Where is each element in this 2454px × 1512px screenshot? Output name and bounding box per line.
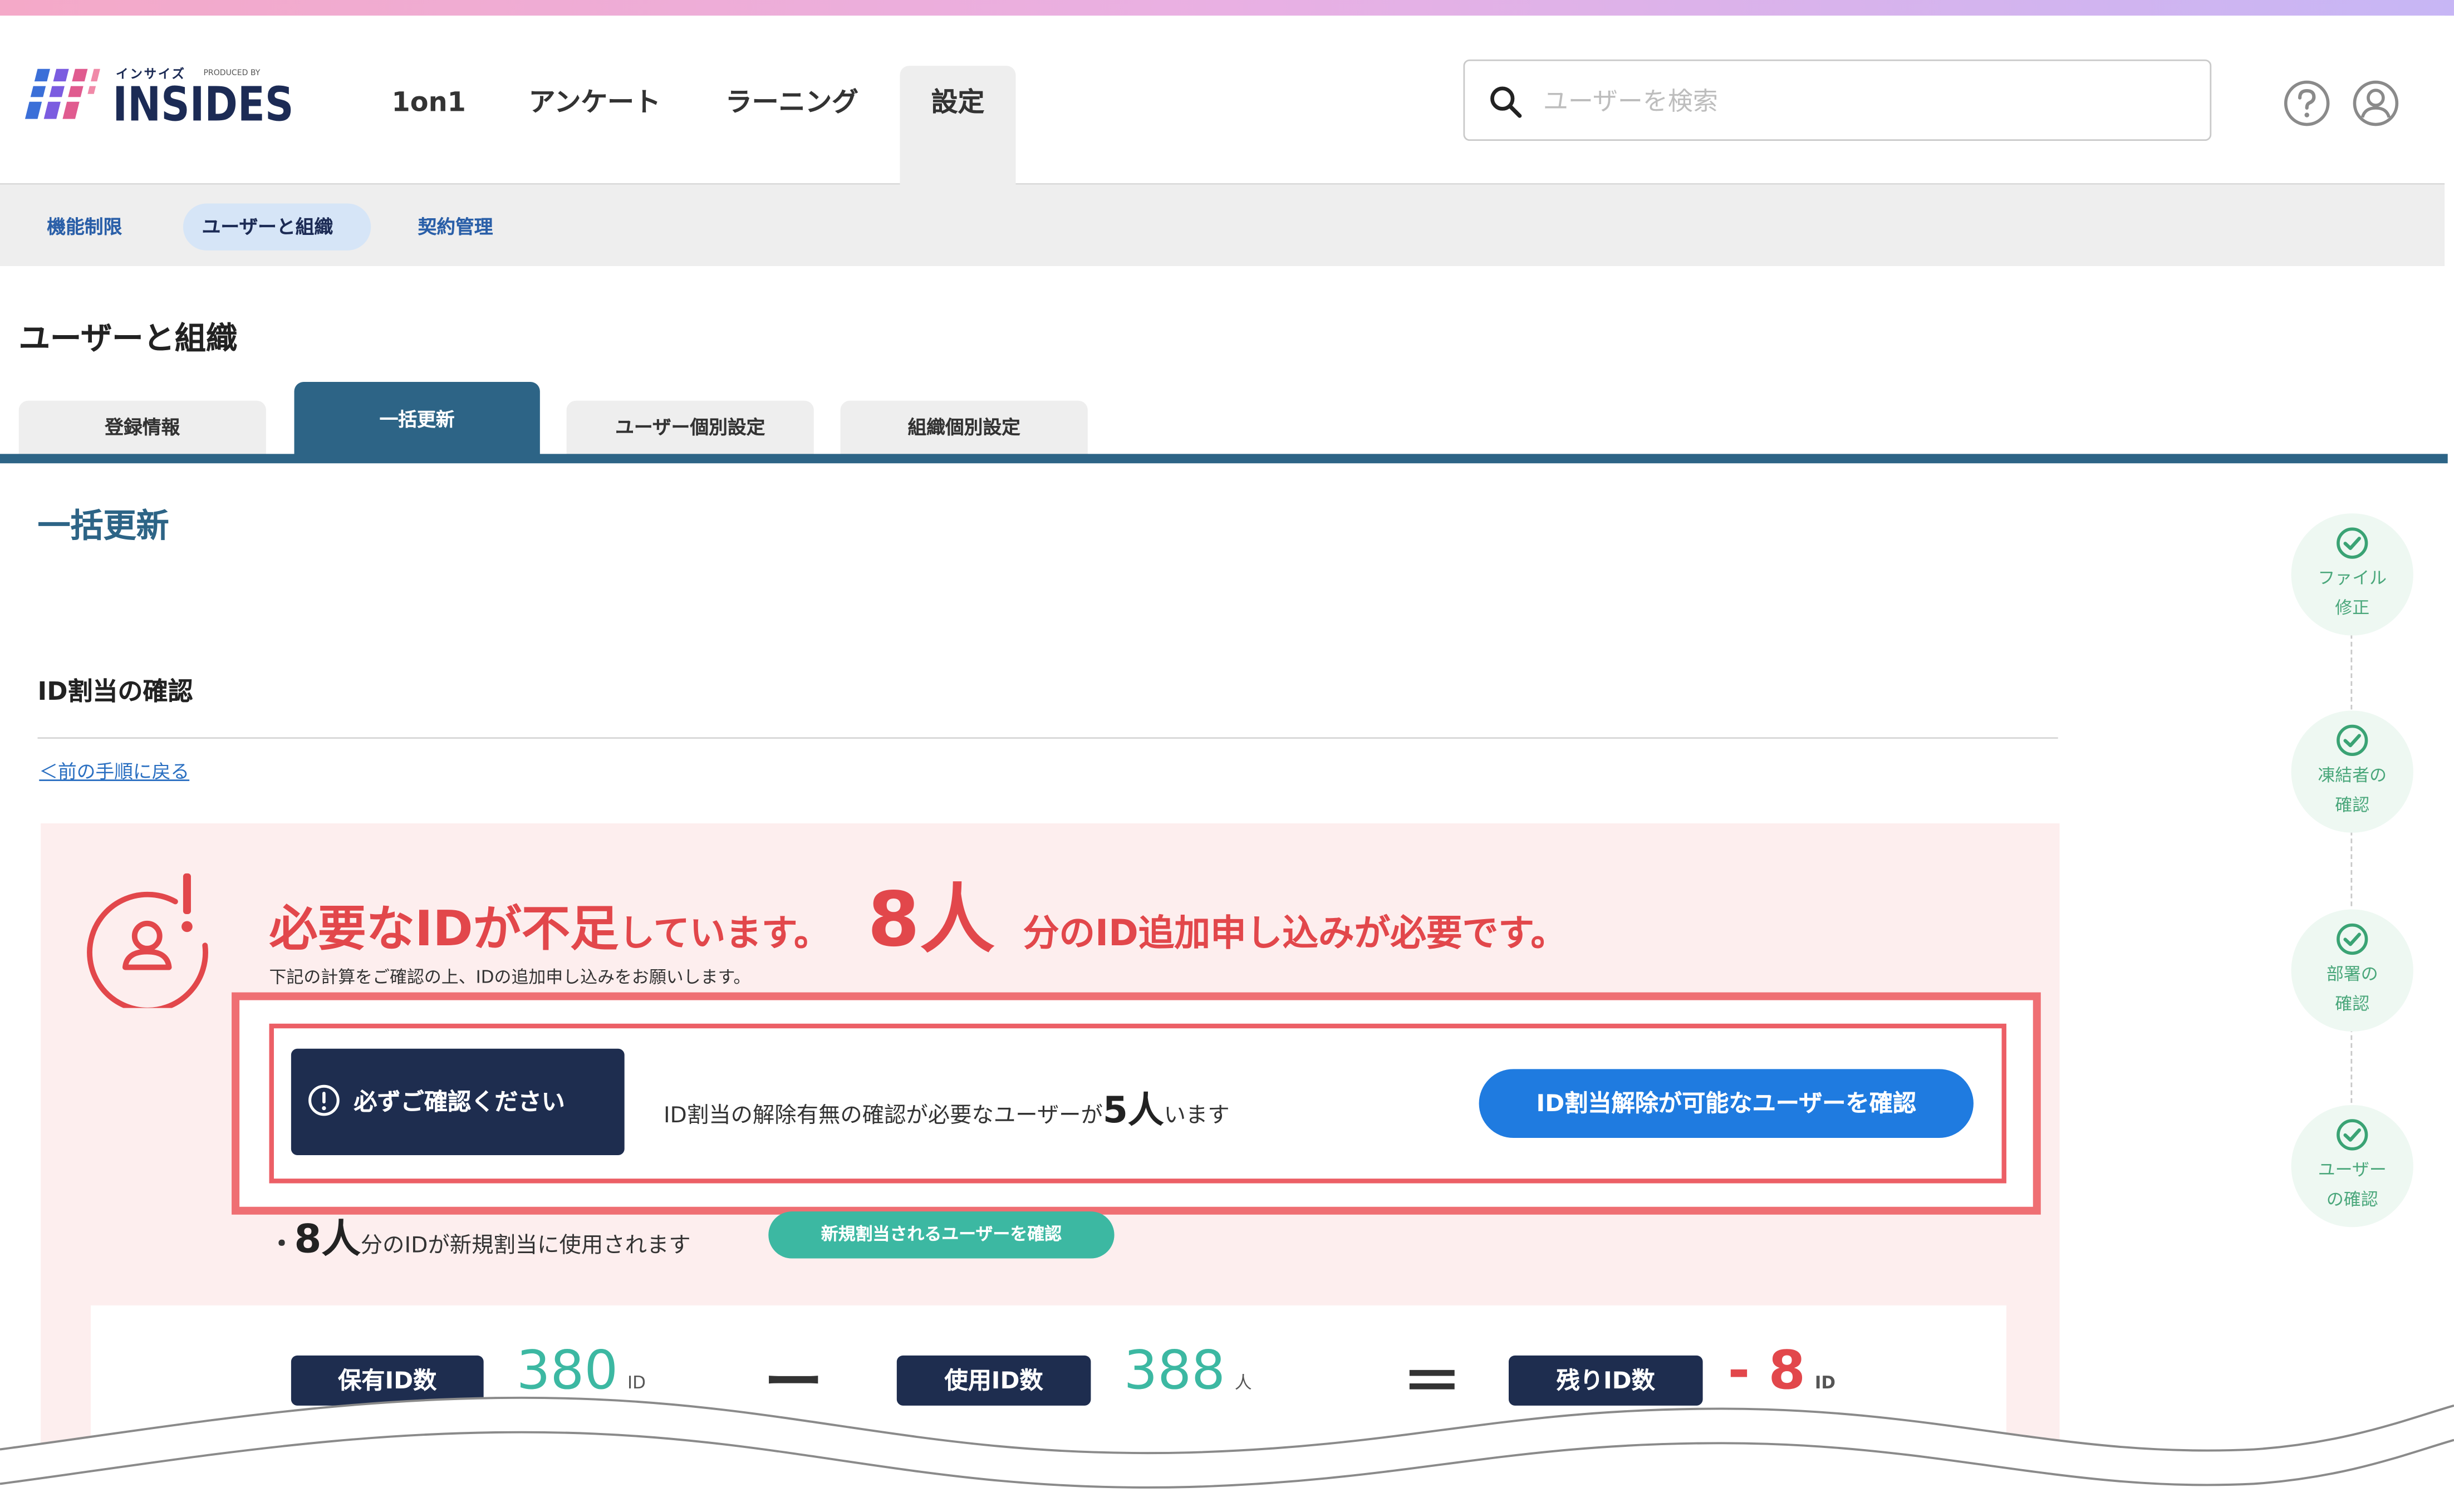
user-account-icon[interactable]	[2350, 78, 2401, 129]
tab-underline	[0, 454, 2448, 464]
nav-item-survey[interactable]: アンケート	[513, 66, 676, 185]
back-link[interactable]: ＜前の手順に戻る	[39, 758, 189, 784]
step-label: 部署の 確認	[2326, 964, 2378, 1014]
alert-heading-part2: しています。	[619, 914, 830, 955]
must-confirm-badge: 必ずご確認ください	[291, 1048, 625, 1155]
app-root: インサイズ PRODUCED BY INSIDES 1on1 アンケート ラーニ…	[0, 0, 2454, 1512]
user-alert-icon	[87, 873, 208, 1008]
step-label: 凍結者の 確認	[2318, 765, 2387, 816]
confirm-message: ID割当の解除有無の確認が必要なユーザーが5人います	[664, 1080, 1230, 1133]
step-label: ファイル 修正	[2318, 568, 2387, 618]
divider	[37, 737, 2058, 739]
torn-edge-decoration	[0, 1396, 2454, 1512]
confirm-message-pre: ID割当の解除有無の確認が必要なユーザーが	[663, 1103, 1103, 1129]
step-file-fix: ファイル 修正	[2291, 513, 2413, 636]
search-input[interactable]	[1543, 76, 2170, 124]
logo-mark-icon	[24, 68, 100, 119]
alert-subtext: 下記の計算をご確認の上、IDの追加申し込みをお願いします。	[269, 967, 751, 988]
check-circle-icon	[2337, 1119, 2368, 1151]
user-search	[1463, 59, 2212, 141]
app-header: インサイズ PRODUCED BY INSIDES 1on1 アンケート ラーニ…	[0, 16, 2445, 185]
logo-wordmark: INSIDES	[112, 78, 294, 133]
new-assignment-text: 分のIDが新規割当に使用されます	[360, 1233, 691, 1259]
new-assignment-count: 8人	[294, 1216, 361, 1262]
subnav-contract[interactable]: 契約管理	[399, 204, 512, 251]
alert-heading: 必要なIDが不足しています。 8人 分のID追加申し込みが必要です。	[269, 858, 1567, 964]
exclamation-circle-icon	[308, 1084, 340, 1116]
subnav-feature-restriction[interactable]: 機能制限	[28, 204, 141, 251]
page-title: ユーザーと組織	[18, 319, 238, 357]
new-assignment-line: ・8人分のIDが新規割当に使用されます	[269, 1209, 691, 1265]
check-circle-icon	[2337, 527, 2368, 559]
nav-item-learning[interactable]: ラーニング	[710, 66, 873, 185]
alert-heading-part3: 分のID追加申し込みが必要です。	[1023, 914, 1567, 955]
check-new-assigned-users-button[interactable]: 新規割当されるユーザーを確認	[768, 1211, 1115, 1259]
help-icon[interactable]	[2282, 78, 2332, 129]
confirm-user-count: 5人	[1102, 1091, 1164, 1132]
logo-produced-by: PRODUCED BY	[203, 68, 261, 78]
step-frozen-users: 凍結者の 確認	[2291, 710, 2413, 833]
subnav-users-and-org[interactable]: ユーザーと組織	[183, 203, 371, 251]
settings-subnav: 機能制限 ユーザーと組織 契約管理	[0, 184, 2445, 266]
check-circle-icon	[2337, 724, 2368, 757]
tab-bulk-update[interactable]: 一括更新	[294, 382, 540, 460]
step-users: ユーザー の確認	[2291, 1104, 2413, 1228]
step-title: ID割当の確認	[37, 676, 193, 706]
step-label: ユーザー の確認	[2318, 1160, 2387, 1210]
top-gradient-bar	[0, 0, 2454, 16]
check-releasable-users-button[interactable]: ID割当解除が可能なユーザーを確認	[1479, 1069, 1974, 1138]
nav-item-1on1[interactable]: 1on1	[363, 66, 494, 185]
bullet: ・	[269, 1229, 295, 1259]
tab-org-settings[interactable]: 組織個別設定	[840, 400, 1088, 460]
confirm-message-post: います	[1164, 1103, 1230, 1129]
step-departments: 部署の 確認	[2291, 909, 2413, 1032]
search-icon	[1490, 86, 1522, 118]
tab-user-settings[interactable]: ユーザー個別設定	[566, 400, 814, 460]
nav-item-settings[interactable]: 設定	[900, 66, 1016, 185]
alert-heading-part1: 必要なIDが不足	[269, 901, 619, 958]
must-confirm-label: 必ずご確認ください	[354, 1088, 565, 1116]
insides-logo[interactable]: インサイズ PRODUCED BY INSIDES	[24, 66, 307, 135]
alert-heading-count: 8人	[867, 876, 995, 964]
tab-registration-info[interactable]: 登録情報	[18, 400, 266, 460]
check-circle-icon	[2337, 923, 2368, 955]
section-title: 一括更新	[37, 507, 169, 545]
